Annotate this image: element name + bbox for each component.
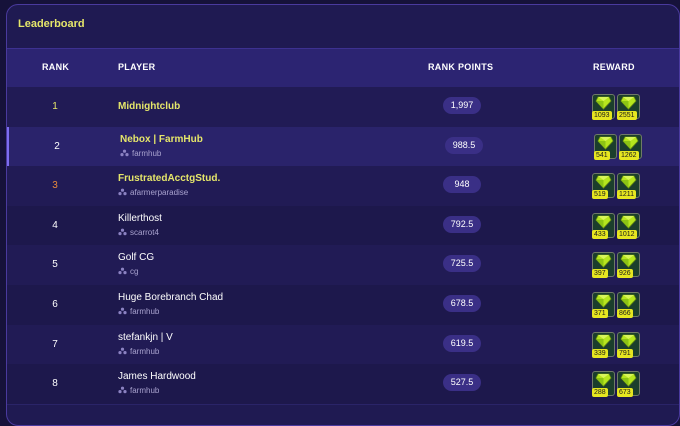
club-icon xyxy=(118,188,127,198)
reward-count: 866 xyxy=(617,309,633,318)
reward-count: 339 xyxy=(592,348,608,358)
col-rank: RANK xyxy=(42,62,70,72)
reward-count: 541 xyxy=(594,150,610,160)
reward-item[interactable]: 433 xyxy=(592,212,615,239)
reward-item[interactable]: 1211 xyxy=(617,173,640,200)
col-player: PLAYER xyxy=(118,62,156,72)
reward-item[interactable]: 519 xyxy=(592,173,615,200)
club-name: cg xyxy=(130,267,139,277)
reward-item[interactable]: 866 xyxy=(617,292,640,318)
reward-item[interactable]: 2551 xyxy=(617,94,640,120)
player-club: cg xyxy=(118,267,138,277)
reward-count: 288 xyxy=(592,388,608,398)
rank-points: 619.5 xyxy=(443,334,481,352)
rank-points: 948 xyxy=(443,176,481,194)
rank-points: 678.5 xyxy=(443,295,481,312)
table-row[interactable]: 6 Huge Borebranch Chad farmhub 678.5 371 866 xyxy=(7,285,679,326)
club-icon xyxy=(118,228,127,238)
reward-count: 791 xyxy=(617,348,633,358)
rank-number: 3 xyxy=(52,180,58,192)
rank-number: 5 xyxy=(52,259,58,271)
reward-count: 1262 xyxy=(619,150,639,160)
club-name: afarmerparadise xyxy=(130,188,189,198)
club-name: farmhub xyxy=(132,148,162,158)
rank-number: 4 xyxy=(52,219,58,231)
player-name[interactable]: Midnightclub xyxy=(118,101,180,112)
player-name[interactable]: Killerthost xyxy=(118,213,162,224)
leaderboard-panel: Leaderboard RANK PLAYER RANK POINTS REWA… xyxy=(6,4,680,426)
reward-count: 519 xyxy=(592,190,608,200)
club-name: scarrot4 xyxy=(130,227,159,237)
player-name[interactable]: Huge Borebranch Chad xyxy=(118,292,223,303)
col-reward: REWARD xyxy=(593,62,635,72)
table-row[interactable]: 1 Midnightclub 1,997 1093 2551 xyxy=(7,87,679,128)
reward-item[interactable]: 926 xyxy=(617,252,640,279)
reward-count: 926 xyxy=(617,269,633,279)
rank-number: 2 xyxy=(54,140,60,152)
player-club: farmhub xyxy=(118,347,159,357)
table-row[interactable]: 3 FrustratedAcctgStud. afarmerparadise 948 5… xyxy=(7,166,679,207)
reward-count: 673 xyxy=(617,388,633,398)
player-name[interactable]: James Hardwood xyxy=(118,371,196,382)
player-name[interactable]: FrustratedAcctgStud. xyxy=(118,173,220,184)
club-icon xyxy=(118,307,127,317)
rank-points: 527.5 xyxy=(443,374,481,392)
player-club: afarmerparadise xyxy=(118,188,188,198)
reward-count: 433 xyxy=(592,229,608,239)
club-name: farmhub xyxy=(130,386,160,396)
table-row[interactable]: 5 Golf CG cg 725.5 397 926 xyxy=(7,245,679,286)
reward-item[interactable]: 1093 xyxy=(592,94,615,120)
player-club: farmhub xyxy=(120,149,161,159)
col-rank-points: RANK POINTS xyxy=(428,62,494,72)
rank-number: 1 xyxy=(52,101,58,112)
player-club: scarrot4 xyxy=(118,228,159,238)
rank-points: 988.5 xyxy=(445,136,483,154)
reward-count: 397 xyxy=(592,269,608,279)
reward-item[interactable]: 371 xyxy=(592,292,615,318)
player-name[interactable]: Nebox | FarmHub xyxy=(120,134,203,145)
player-name[interactable]: Golf CG xyxy=(118,252,154,263)
reward-item[interactable]: 1262 xyxy=(619,133,642,160)
club-icon xyxy=(118,386,127,396)
reward-count: 2551 xyxy=(617,111,637,120)
reward-item[interactable]: 673 xyxy=(617,371,640,398)
table-row[interactable]: 8 James Hardwood farmhub 527.5 288 673 xyxy=(7,364,679,405)
club-icon xyxy=(118,267,127,277)
player-name[interactable]: stefankjn | V xyxy=(118,332,173,343)
reward-count: 371 xyxy=(592,309,608,318)
reward-item[interactable]: 791 xyxy=(617,331,640,358)
reward-item[interactable]: 1012 xyxy=(617,212,640,239)
club-icon xyxy=(120,149,129,159)
reward-item[interactable]: 541 xyxy=(594,133,617,160)
club-name: farmhub xyxy=(130,346,160,356)
rank-number: 7 xyxy=(52,338,58,350)
reward-count: 1093 xyxy=(592,111,612,120)
reward-item[interactable]: 339 xyxy=(592,331,615,358)
rank-number: 6 xyxy=(52,299,58,310)
panel-title: Leaderboard xyxy=(18,18,85,30)
player-club: farmhub xyxy=(118,386,159,396)
club-icon xyxy=(118,347,127,357)
table-header: RANK PLAYER RANK POINTS REWARD xyxy=(7,48,679,88)
player-club: farmhub xyxy=(118,307,159,317)
reward-item[interactable]: 288 xyxy=(592,371,615,398)
reward-count: 1211 xyxy=(617,190,637,200)
rank-points: 792.5 xyxy=(443,215,481,233)
table-row[interactable]: 2 Nebox | FarmHub farmhub 988.5 541 1262 xyxy=(7,126,679,168)
club-name: farmhub xyxy=(130,307,160,317)
rank-points: 1,997 xyxy=(443,97,481,114)
rank-points: 725.5 xyxy=(443,255,481,273)
reward-count: 1012 xyxy=(617,229,637,239)
reward-item[interactable]: 397 xyxy=(592,252,615,279)
rank-number: 8 xyxy=(52,378,58,390)
table-row[interactable]: 4 Killerthost scarrot4 792.5 433 1012 xyxy=(7,205,679,247)
table-row[interactable]: 7 stefankjn | V farmhub 619.5 339 791 xyxy=(7,324,679,366)
